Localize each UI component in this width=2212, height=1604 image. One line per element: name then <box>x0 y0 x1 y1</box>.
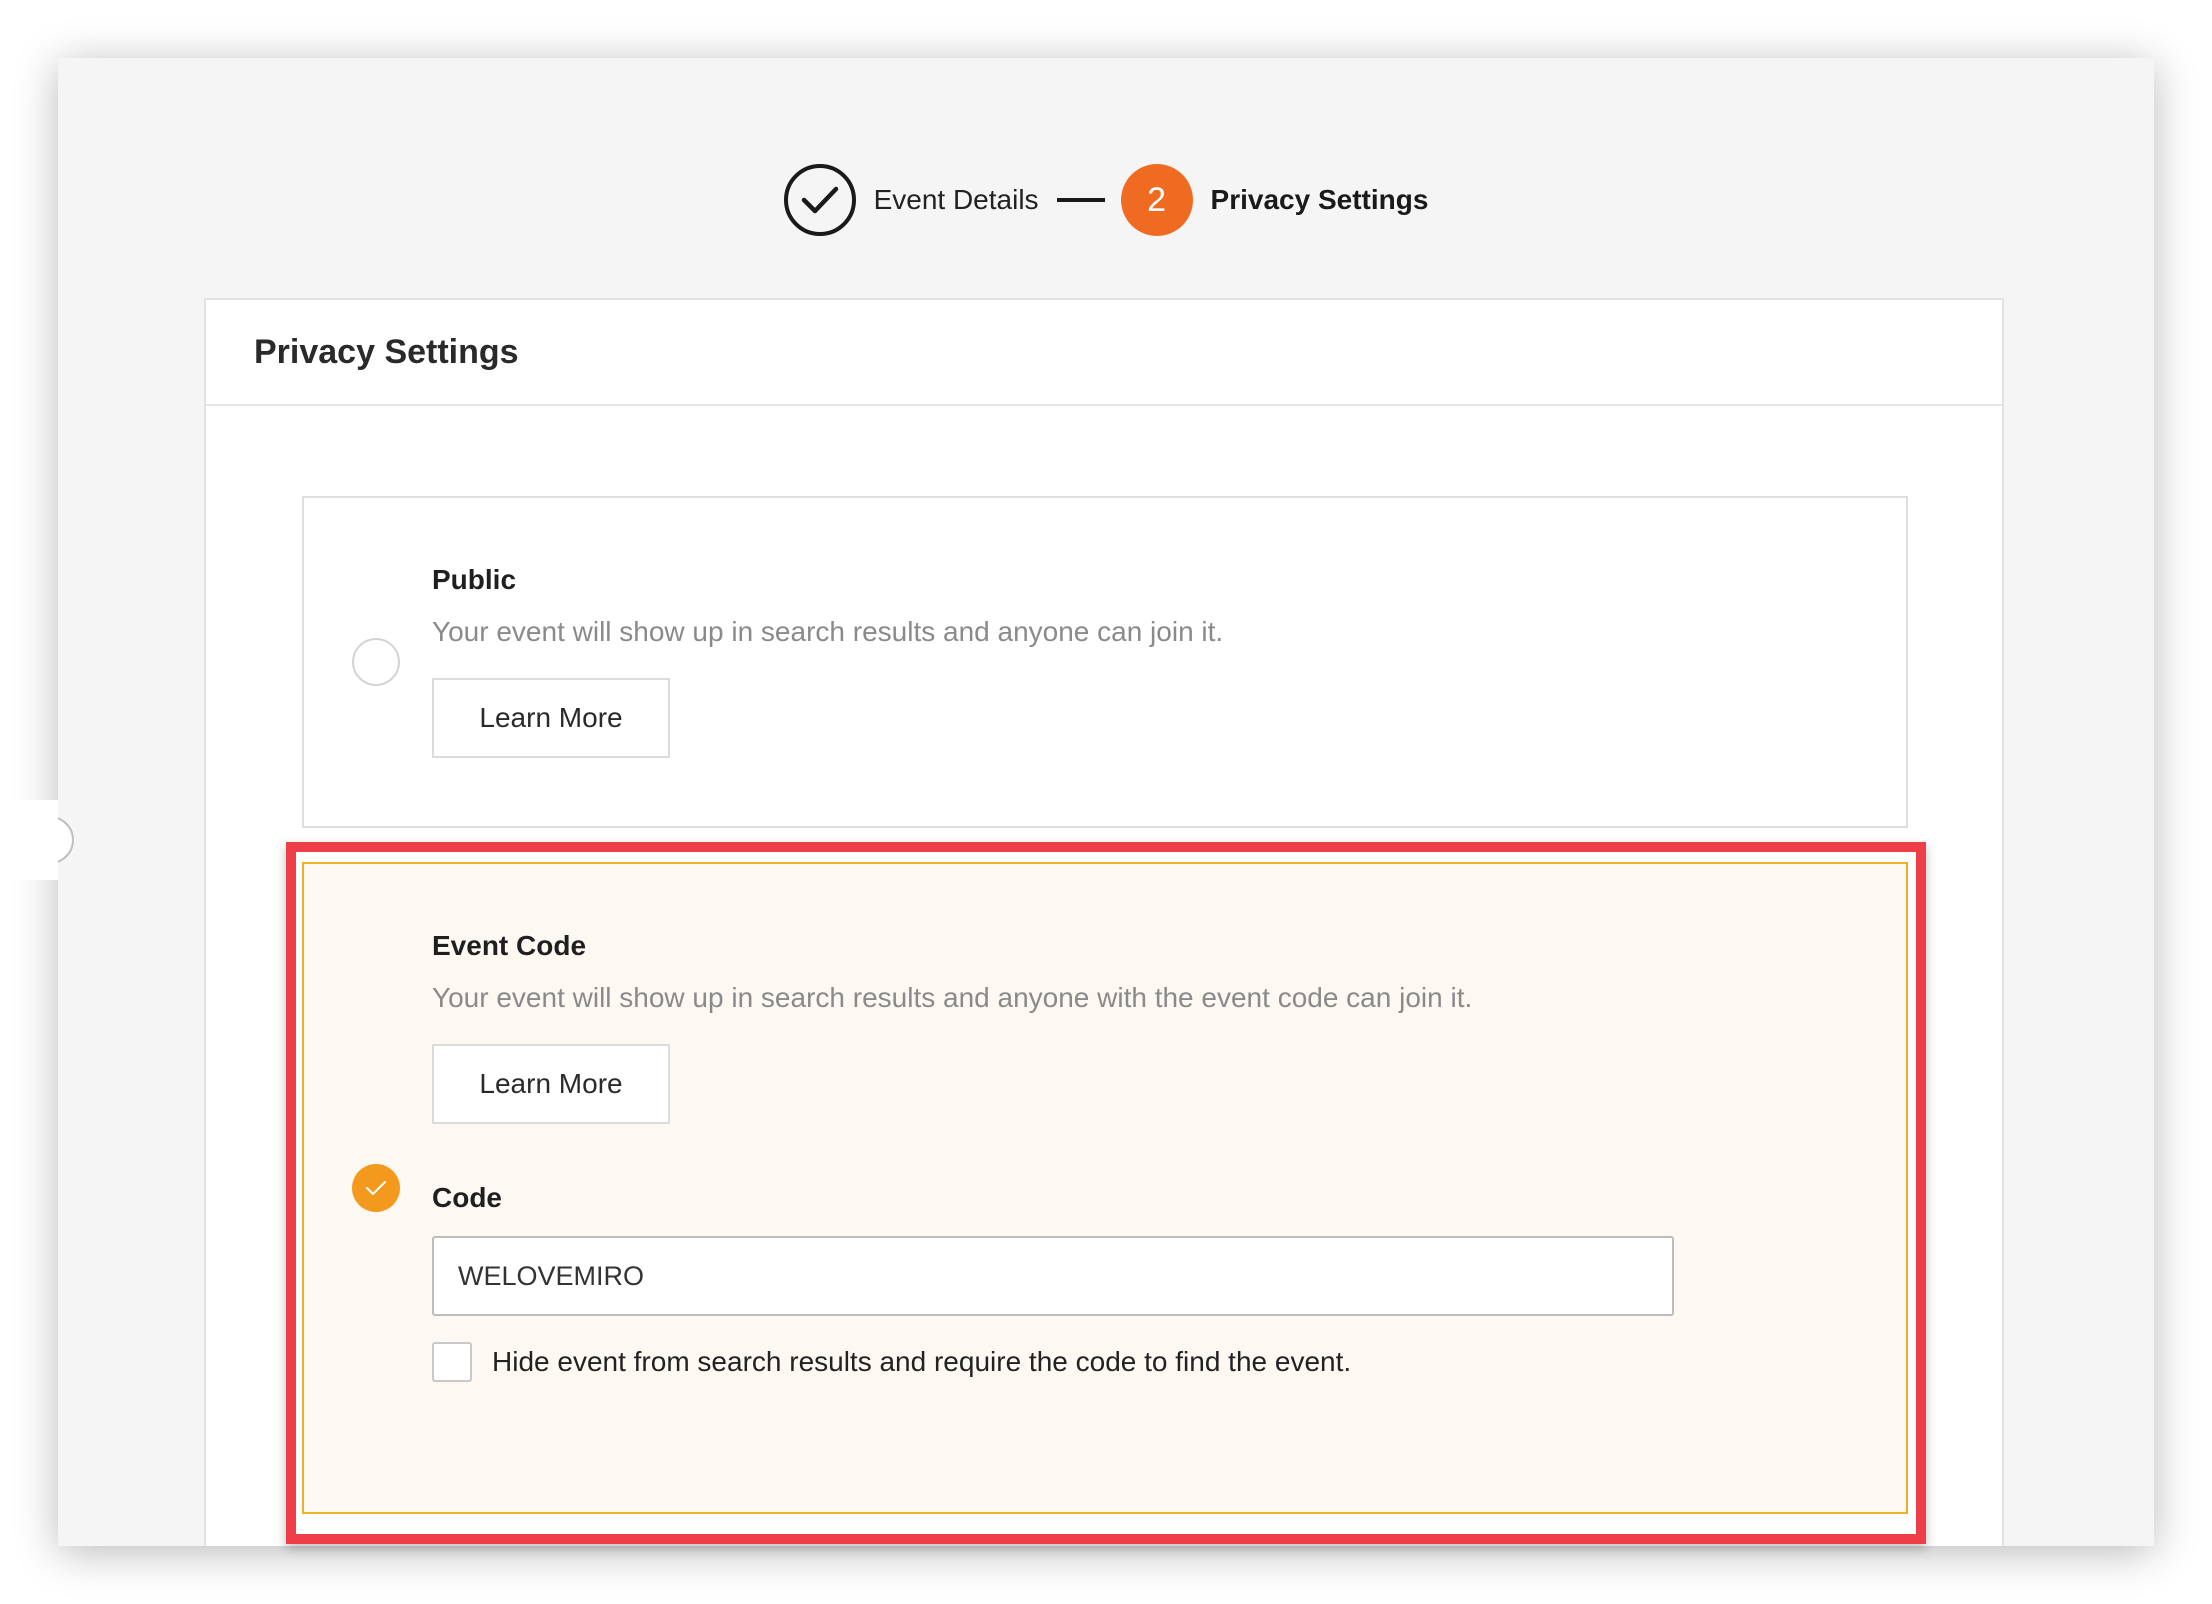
public-learn-more-button[interactable]: Learn More <box>432 678 670 758</box>
public-radio[interactable] <box>352 638 400 686</box>
option-public-body: Public Your event will show up in search… <box>432 564 1866 758</box>
option-public[interactable]: Public Your event will show up in search… <box>302 496 1908 828</box>
panel-header: Privacy Settings <box>206 300 2002 406</box>
option-event-code-title: Event Code <box>432 930 587 961</box>
option-event-code[interactable]: Event Code Your event will show up in se… <box>302 862 1908 1514</box>
code-field-label: Code <box>432 1182 502 1213</box>
checkmark-icon <box>366 1181 386 1195</box>
hide-event-checkbox-label[interactable]: Hide event from search results and requi… <box>492 1346 1351 1378</box>
option-public-title: Public <box>432 564 517 595</box>
hide-event-row[interactable]: Hide event from search results and requi… <box>432 1342 1866 1382</box>
edge-mask <box>0 800 58 880</box>
option-event-code-description: Your event will show up in search result… <box>432 982 1473 1013</box>
stepper-connector <box>1056 198 1105 202</box>
page-title: Privacy Settings <box>254 332 519 371</box>
option-public-description: Your event will show up in search result… <box>432 616 1224 647</box>
step-event-details-label[interactable]: Event Details <box>874 184 1039 216</box>
step-privacy-settings-label: Privacy Settings <box>1210 184 1429 215</box>
stepper: Event Details 2 Privacy Settings <box>58 162 2154 238</box>
step-complete-check-icon <box>783 164 856 236</box>
app-window: Event Details 2 Privacy Settings Privacy… <box>58 58 2154 1546</box>
event-code-learn-more-button[interactable]: Learn More <box>432 1044 670 1124</box>
privacy-settings-panel: Privacy Settings Public Your event will … <box>204 298 2004 1546</box>
event-code-radio[interactable] <box>352 1164 400 1212</box>
code-input[interactable] <box>432 1236 1674 1316</box>
step-2-badge: 2 <box>1120 164 1193 236</box>
option-event-code-body: Event Code Your event will show up in se… <box>432 930 1866 1382</box>
hide-event-checkbox[interactable] <box>432 1342 472 1382</box>
